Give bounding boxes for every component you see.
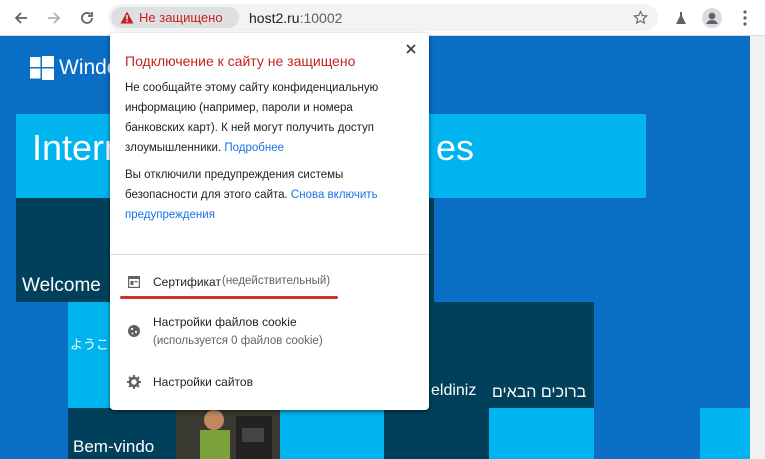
url-host: host2.ru (249, 10, 300, 26)
learn-more-link[interactable]: Подробнее (224, 142, 284, 154)
tile-cyan-2 (280, 408, 384, 459)
close-icon[interactable] (401, 39, 421, 59)
tile-cyan-3 (489, 408, 594, 459)
site-info-popup: Подключение к сайту не защищено Не сообщ… (110, 33, 429, 410)
forward-icon[interactable] (42, 6, 66, 30)
tile-cyan-4 (700, 408, 750, 459)
popup-divider (110, 254, 429, 255)
popup-title: Подключение к сайту не защищено (125, 53, 356, 69)
cookie-icon (126, 323, 142, 339)
tile-photo (176, 408, 280, 459)
tile-cyan-1 (434, 198, 490, 302)
tile-portuguese-label: Bem-vindo (73, 437, 155, 456)
people-photo-image (176, 408, 280, 459)
page-scrollbar[interactable] (750, 36, 765, 459)
browser-toolbar: Не защищено host2.ru:10002 (0, 0, 765, 36)
red-highlight-underline (120, 296, 338, 299)
url-text[interactable]: host2.ru:10002 (249, 10, 342, 26)
menu-kebab-icon[interactable] (733, 6, 757, 30)
gear-icon (126, 374, 142, 390)
certificate-label: Сертификат (153, 275, 221, 289)
cookies-row[interactable]: Настройки файлов cookie (используется 0 … (110, 313, 429, 353)
cookies-sub: (используется 0 файлов cookie) (153, 335, 323, 347)
tile-turkish-label: eldiniz (431, 382, 477, 399)
certificate-row[interactable]: Сертификат (недействительный) (110, 269, 429, 297)
bookmark-star-icon[interactable] (628, 5, 652, 29)
extension-flask-icon[interactable] (669, 6, 693, 30)
windows-logo-icon (30, 56, 54, 80)
security-chip-label: Не защищено (139, 10, 223, 25)
tile-welcome-label: Welcome (22, 275, 101, 296)
tile-turkish: eldiniz (429, 302, 489, 408)
tile-portuguese: Bem-vindo (68, 408, 176, 459)
address-bar[interactable]: Не защищено host2.ru:10002 (108, 4, 658, 31)
warning-paragraph: Не сообщайте этому сайту конфиденциальну… (125, 78, 415, 158)
tile-dark-2 (384, 408, 489, 459)
windows-logo: Windo (30, 56, 119, 80)
profile-avatar-icon[interactable] (700, 6, 724, 30)
site-settings-row[interactable]: Настройки сайтов (110, 370, 429, 394)
certificate-status: (недействительный) (222, 275, 331, 287)
security-chip[interactable]: Не защищено (111, 7, 239, 28)
cookies-label: Настройки файлов cookie (153, 315, 297, 329)
back-icon[interactable] (9, 6, 33, 30)
disabled-warnings-paragraph: Вы отключили предупреждения системы безо… (125, 165, 415, 225)
tile-hebrew: ברוכים הבאים (489, 302, 594, 408)
reload-icon[interactable] (75, 6, 99, 30)
banner-title-end: es (436, 127, 475, 168)
url-port: :10002 (299, 10, 343, 26)
site-settings-label: Настройки сайтов (153, 375, 253, 389)
tile-hebrew-label: ברוכים הבאים (492, 384, 587, 401)
certificate-icon (126, 274, 142, 290)
warning-icon (120, 11, 134, 24)
tile-japanese-label: ようこ (70, 337, 110, 352)
